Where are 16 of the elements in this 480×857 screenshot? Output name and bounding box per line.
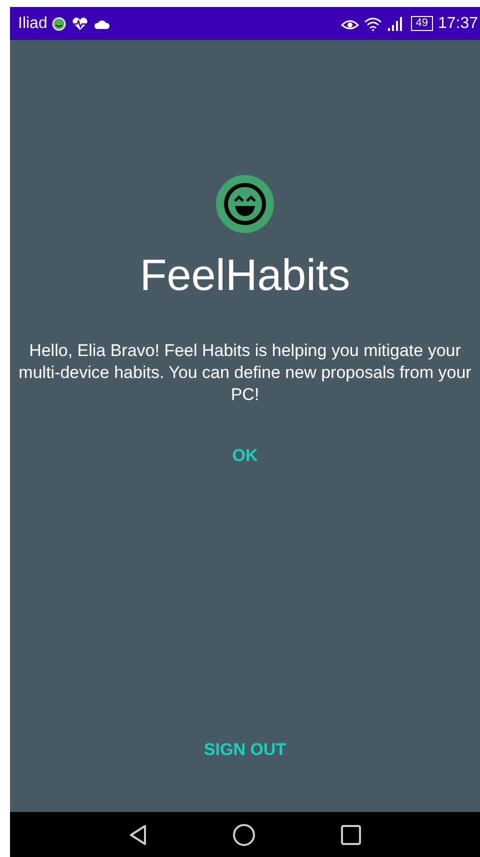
home-icon[interactable] [232, 822, 256, 846]
heart-pulse-icon [71, 16, 90, 30]
recents-icon[interactable] [340, 824, 362, 846]
battery-level: 49 [410, 16, 433, 31]
smiley-icon [52, 16, 66, 30]
back-icon[interactable] [128, 824, 148, 846]
app-title: FeelHabits [140, 250, 350, 302]
cloud-icon [94, 18, 110, 28]
smiley-icon [215, 174, 275, 234]
welcome-message: Hello, Elia Bravo! Feel Habits is helping you mitigate your multi-device habits. You can define new proposals from your PC! [18, 340, 472, 406]
signal-icon [386, 16, 403, 30]
clock-time: 17:37 [438, 14, 478, 32]
ok-button[interactable]: OK [224, 442, 266, 470]
wifi-icon [364, 16, 382, 30]
carrier-name: Iliad [18, 14, 48, 32]
sign-out-button[interactable]: SIGN OUT [196, 736, 294, 764]
